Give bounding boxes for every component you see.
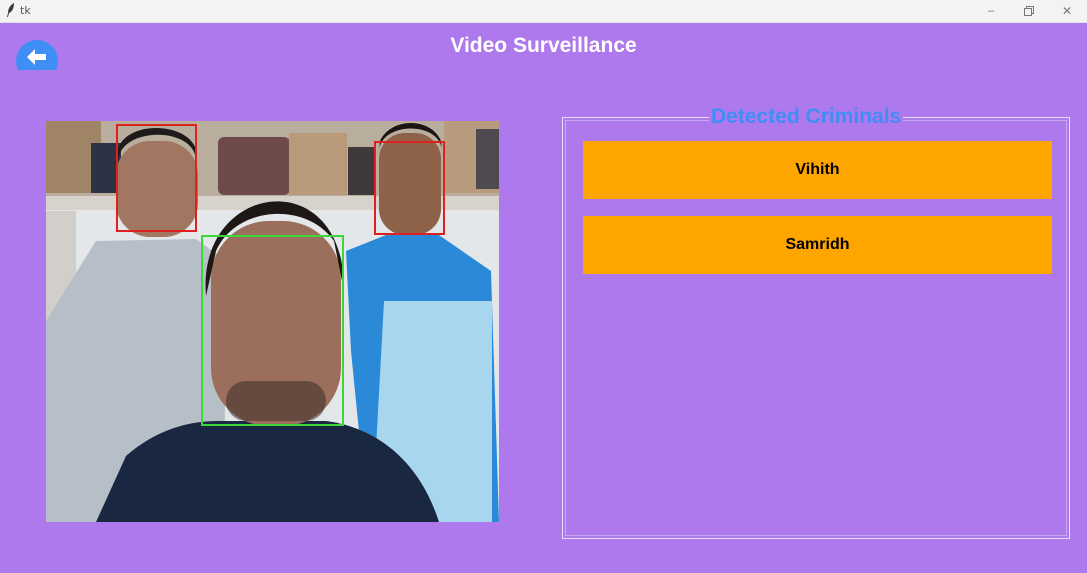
feather-icon — [7, 3, 14, 17]
criminal-button-vihith[interactable]: Vihith — [583, 141, 1052, 199]
criminal-button-samridh[interactable]: Samridh — [583, 216, 1052, 274]
window-title: tk — [20, 4, 31, 17]
close-button[interactable]: ✕ — [1048, 0, 1086, 22]
detected-criminals-panel: Detected Criminals Vihith Samridh — [562, 105, 1070, 539]
face-box-unknown-left — [116, 124, 197, 232]
page-title: Video Surveillance — [450, 34, 637, 57]
minimize-icon: – — [987, 5, 995, 17]
restore-icon — [1024, 6, 1034, 16]
camera-feed — [46, 121, 499, 522]
minimize-button[interactable]: – — [972, 0, 1010, 22]
close-icon: ✕ — [1061, 4, 1073, 18]
panel-legend: Detected Criminals — [709, 105, 904, 129]
face-box-unknown-right — [374, 141, 445, 235]
main-window: Video Surveillance Detected Criminals Vi… — [0, 23, 1087, 573]
restore-button[interactable] — [1010, 0, 1048, 22]
window-titlebar: tk – ✕ — [0, 0, 1087, 23]
face-box-recognized-center — [201, 235, 344, 426]
